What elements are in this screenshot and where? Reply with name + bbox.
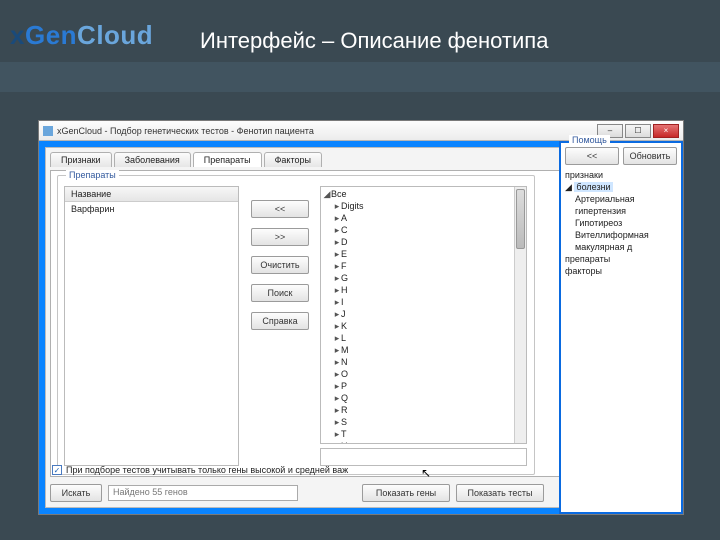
tree-node[interactable]: ▸Q (323, 392, 524, 404)
help-tree-item[interactable]: ◢ болезни (565, 181, 677, 193)
app-window: xGenCloud - Подбор генетических тестов -… (38, 120, 684, 515)
tree-node[interactable]: ▸H (323, 284, 524, 296)
help-button[interactable]: Справка (251, 312, 309, 330)
tab-factors[interactable]: Факторы (264, 152, 322, 167)
tree-node[interactable]: ▸E (323, 248, 524, 260)
filter-field[interactable] (320, 448, 527, 466)
title-band (0, 62, 720, 92)
drugs-groupbox: Препараты Название Варфарин << >> Очисти… (57, 175, 535, 475)
list-item[interactable]: Варфарин (65, 202, 238, 216)
tree-node[interactable]: ▸L (323, 332, 524, 344)
help-tree-item[interactable]: Гипотиреоз (565, 217, 677, 229)
tree-node[interactable]: ▸I (323, 296, 524, 308)
tree-node[interactable]: ▸O (323, 368, 524, 380)
tab-diseases[interactable]: Заболевания (114, 152, 191, 167)
show-tests-button[interactable]: Показать тесты (456, 484, 544, 502)
tree-node[interactable]: ▸D (323, 236, 524, 248)
help-tree-item[interactable]: Артериальная гипертензия (565, 193, 677, 217)
tree-node[interactable]: ▸M (323, 344, 524, 356)
group-title: Препараты (66, 170, 119, 180)
logo-x: x (10, 20, 25, 50)
help-pane: Помощь << Обновить признаки◢ болезниАрте… (559, 141, 683, 514)
cursor-icon: ↖ (421, 466, 431, 480)
logo: xGenCloud (10, 20, 153, 51)
help-tree-item[interactable]: факторы (565, 265, 677, 277)
selected-drugs-list[interactable]: Название Варфарин (64, 186, 239, 466)
tree-node[interactable]: ▸T (323, 428, 524, 440)
filter-checkbox-row[interactable]: ✓ При подборе тестов учитывать только ге… (52, 465, 348, 475)
logo-gen: Gen (25, 20, 77, 50)
slide-title: Интерфейс – Описание фенотипа (200, 28, 548, 54)
tree-node[interactable]: ▸N (323, 356, 524, 368)
tree-scroll-thumb[interactable] (516, 189, 525, 249)
importance-checkbox-label: При подборе тестов учитывать только гены… (66, 465, 348, 475)
catalog-tree[interactable]: ◢Все ▸Digits▸A▸C▸D▸E▸F▸G▸H▸I▸J▸K▸L▸M▸N▸O… (320, 186, 527, 444)
column-header-name: Название (65, 187, 238, 202)
help-tree-item[interactable]: признаки (565, 169, 677, 181)
tab-drugs[interactable]: Препараты (193, 152, 262, 167)
app-icon (43, 126, 53, 136)
help-tree-item[interactable]: препараты (565, 253, 677, 265)
tree-node[interactable]: ▸A (323, 212, 524, 224)
logo-cloud: Cloud (77, 20, 153, 50)
run-search-button[interactable]: Искать (50, 484, 102, 502)
window-maximize-button[interactable]: ☐ (625, 124, 651, 138)
add-button[interactable]: << (251, 200, 309, 218)
window-title: xGenCloud - Подбор генетических тестов -… (57, 126, 595, 136)
help-tree-item[interactable]: Вителлиформная макулярная д (565, 229, 677, 253)
tree-scrollbar[interactable] (514, 187, 526, 443)
tree-node[interactable]: ▸Digits (323, 200, 524, 212)
window-close-button[interactable]: × (653, 124, 679, 138)
search-button[interactable]: Поиск (251, 284, 309, 302)
bottom-bar: ✓ При подборе тестов учитывать только ге… (50, 481, 544, 505)
remove-button[interactable]: >> (251, 228, 309, 246)
tree-node[interactable]: ▸U (323, 440, 524, 444)
tree-node[interactable]: ▸F (323, 260, 524, 272)
tree-root[interactable]: ◢Все (323, 188, 524, 200)
help-refresh-button[interactable]: Обновить (623, 147, 677, 165)
tree-node[interactable]: ▸K (323, 320, 524, 332)
show-genes-button[interactable]: Показать гены (362, 484, 450, 502)
tree-node[interactable]: ▸S (323, 416, 524, 428)
help-tree[interactable]: признаки◢ болезниАртериальная гипертензи… (565, 169, 677, 277)
help-title: Помощь (569, 135, 610, 145)
tree-node[interactable]: ▸R (323, 404, 524, 416)
results-count-field: Найдено 55 генов (108, 485, 298, 501)
help-back-button[interactable]: << (565, 147, 619, 165)
clear-button[interactable]: Очистить (251, 256, 309, 274)
importance-checkbox[interactable]: ✓ (52, 465, 62, 475)
tree-node[interactable]: ▸C (323, 224, 524, 236)
tab-signs[interactable]: Признаки (50, 152, 112, 167)
client-area: Признаки Заболевания Препараты Факторы П… (39, 141, 683, 514)
tree-node[interactable]: ▸G (323, 272, 524, 284)
tree-node[interactable]: ▸P (323, 380, 524, 392)
tree-node[interactable]: ▸J (323, 308, 524, 320)
transfer-buttons: << >> Очистить Поиск Справка (251, 200, 309, 330)
